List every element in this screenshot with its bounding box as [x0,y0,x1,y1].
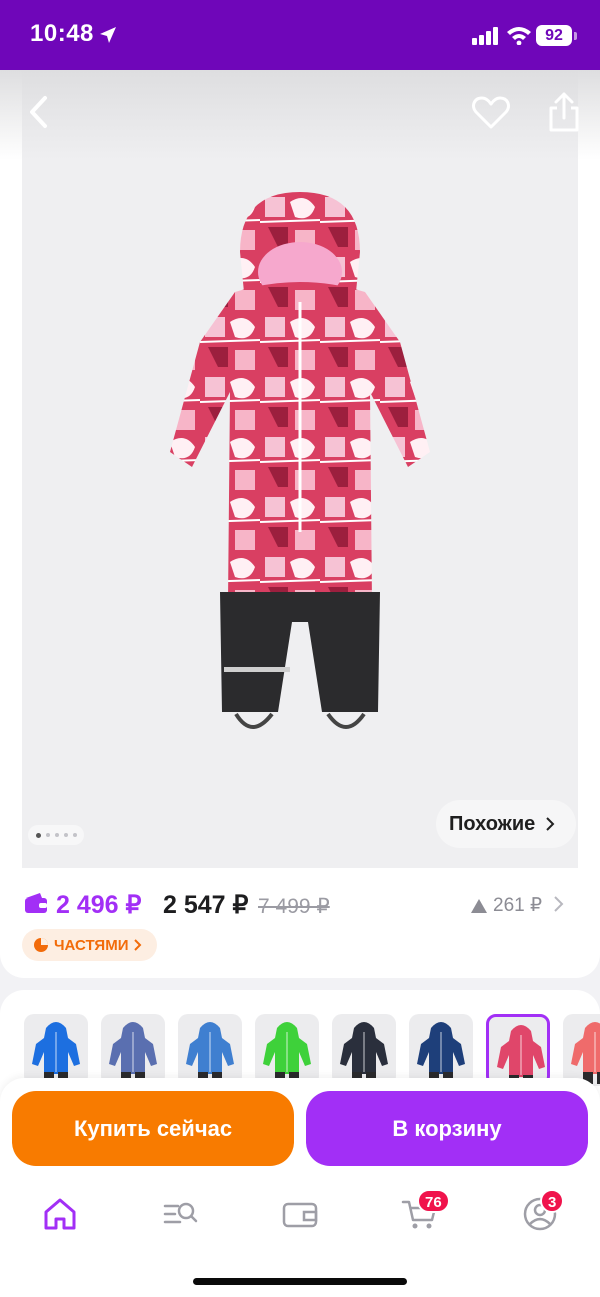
location-arrow-icon [100,27,116,43]
heart-icon[interactable] [470,92,512,134]
catalog-search-icon[interactable] [160,1194,200,1234]
color-variant-thumb[interactable] [178,1014,242,1086]
old-price: 7 499 ₽ [258,895,330,918]
cart-badge: 76 [417,1189,450,1213]
chevron-right-icon [546,817,555,831]
product-image [170,192,430,729]
home-icon[interactable] [40,1194,80,1234]
price-change: 261 ₽ [493,895,543,916]
price-history-button[interactable]: 261 ₽ [470,894,542,917]
signal-icon [472,27,498,45]
variant-suit-image [186,1022,234,1084]
chevron-right-icon [134,939,142,951]
color-variant-thumb[interactable] [255,1014,319,1086]
pagination-dot [63,833,68,837]
wallet-icon[interactable] [280,1194,320,1234]
variant-suit-image [497,1025,545,1083]
product-page: 10:48 92 Похожие 2 496 ₽ 2 547 ₽ 7 499 ₽… [0,0,600,1297]
gallery-pagination [28,825,84,845]
add-to-cart-button[interactable]: В корзину [306,1091,588,1166]
color-variant-thumb[interactable] [332,1014,396,1086]
chevron-right-icon[interactable] [552,895,566,913]
pie-chart-icon [34,938,48,952]
color-variant-thumb[interactable] [563,1014,600,1086]
variant-suit-image [109,1022,157,1084]
pagination-dot [35,832,41,838]
installment-label: ЧАСТЯМИ [54,936,129,954]
pagination-dot [54,833,59,837]
color-variant-thumb[interactable] [24,1014,88,1086]
triangle-up-icon [471,898,487,913]
color-variant-thumb[interactable] [486,1014,550,1086]
similar-button[interactable]: Похожие [436,800,576,848]
pagination-dot [45,833,50,837]
chevron-left-icon[interactable] [20,92,60,132]
wallet-price: 2 496 ₽ [56,891,142,919]
home-indicator [193,1278,407,1285]
buy-now-button[interactable]: Купить сейчас [12,1091,294,1166]
variant-suit-image [32,1022,80,1084]
regular-price: 2 547 ₽ [163,891,249,919]
wifi-icon [507,27,531,45]
similar-label: Похожие [449,812,536,835]
variant-suit-image [340,1022,388,1084]
installment-badge[interactable]: ЧАСТЯМИ [22,929,157,961]
pagination-dot [72,833,77,837]
battery-tip [574,32,577,40]
status-time: 10:48 [30,20,94,47]
variant-suit-image [417,1022,465,1084]
color-variant-thumb[interactable] [409,1014,473,1086]
status-bar: 10:48 92 [0,0,600,70]
share-icon[interactable] [544,90,584,134]
wallet-icon [25,893,47,913]
variant-suit-image [263,1022,311,1084]
color-variant-thumb[interactable] [101,1014,165,1086]
battery-icon: 92 [536,25,572,46]
variant-suit-image [571,1022,600,1084]
